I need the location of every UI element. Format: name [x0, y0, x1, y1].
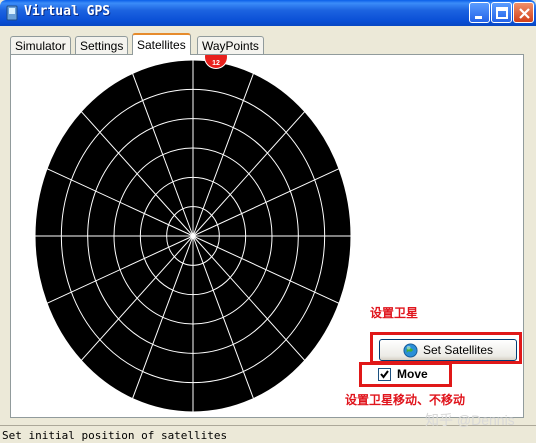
app-icon	[6, 5, 18, 21]
move-annotation: 设置卫星移动、不移动	[345, 393, 466, 407]
set-satellites-button[interactable]: Set Satellites	[379, 339, 517, 361]
satellite-marker[interactable]: 12	[204, 55, 228, 70]
satellite-label: 12	[204, 55, 228, 69]
checkmark-icon	[380, 369, 389, 379]
tab-label: Simulator	[15, 39, 66, 53]
globe-icon	[403, 342, 418, 358]
minimize-button[interactable]	[469, 2, 490, 23]
close-icon	[519, 8, 530, 19]
tab-waypoints[interactable]: WayPoints	[197, 36, 264, 54]
window-title: Virtual GPS	[24, 4, 111, 19]
title-bar[interactable]: Virtual GPS	[0, 0, 536, 26]
move-checkbox-row[interactable]: Move	[378, 367, 428, 381]
set-satellites-annotation: 设置卫星	[370, 306, 419, 320]
move-checkbox[interactable]	[378, 367, 391, 381]
set-satellites-label: Set Satellites	[422, 343, 494, 357]
tab-simulator[interactable]: Simulator	[10, 36, 71, 54]
tab-satellites[interactable]: Satellites	[132, 33, 191, 55]
tab-label: Satellites	[137, 38, 186, 52]
sky-radar-plot[interactable]	[34, 60, 352, 413]
tab-label: WayPoints	[202, 39, 259, 53]
minimize-icon	[475, 16, 482, 19]
tab-label: Settings	[80, 39, 124, 53]
tab-settings[interactable]: Settings	[75, 36, 129, 54]
maximize-button[interactable]	[491, 2, 512, 23]
status-text: Set initial position of satellites	[2, 429, 228, 442]
close-button[interactable]	[513, 2, 534, 23]
maximize-icon	[496, 7, 508, 19]
watermark: 知乎 @Dennis	[425, 412, 515, 428]
move-label: Move	[397, 367, 428, 381]
